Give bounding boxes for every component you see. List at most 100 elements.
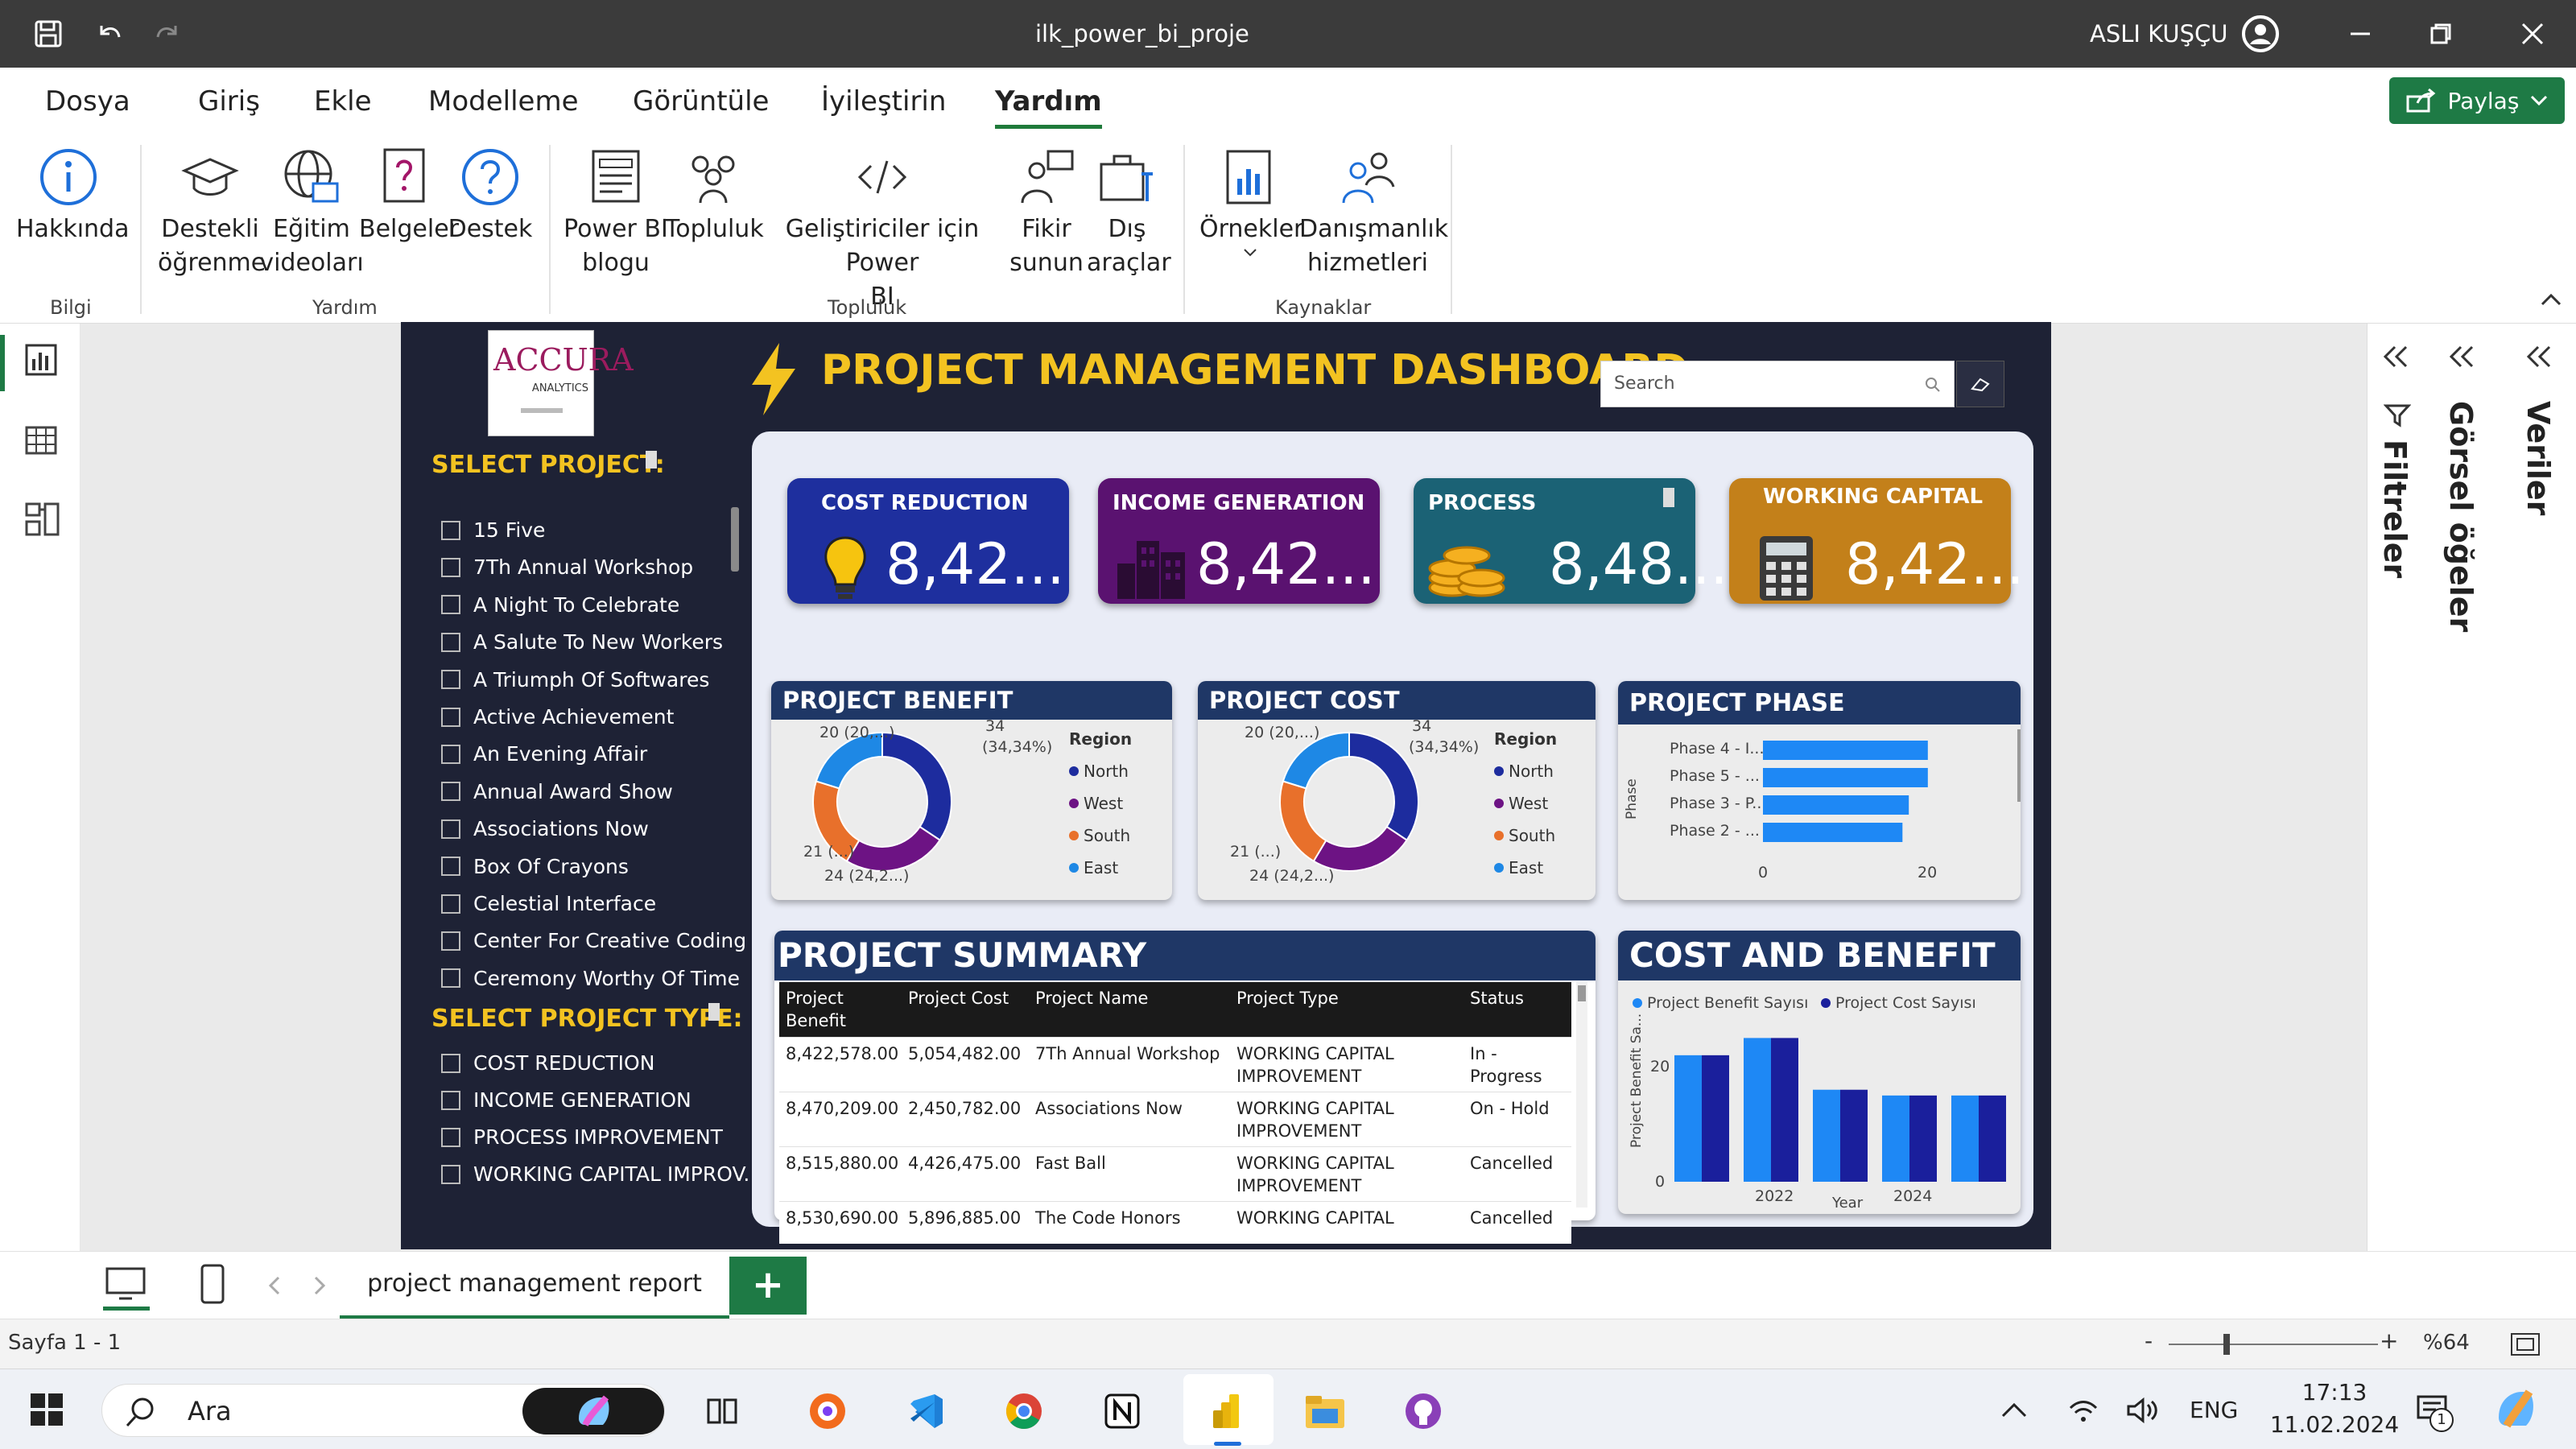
phase-bar[interactable] bbox=[1763, 768, 1928, 787]
project-option[interactable]: 15 Five bbox=[441, 518, 545, 542]
type-option[interactable]: INCOME GENERATION bbox=[441, 1088, 691, 1112]
task-view-icon[interactable] bbox=[705, 1395, 741, 1427]
project-option[interactable]: 7Th Annual Workshop bbox=[441, 555, 693, 579]
zoom-level[interactable]: %64 bbox=[2423, 1331, 2470, 1355]
user-avatar-icon[interactable] bbox=[2241, 14, 2280, 53]
next-page-icon[interactable] bbox=[312, 1276, 327, 1295]
input-language[interactable]: ENG bbox=[2190, 1397, 2238, 1423]
table-row[interactable]: 8,470,209.00 2,450,782.00 Associations Now… bbox=[779, 1092, 1571, 1147]
project-option[interactable]: Annual Award Show bbox=[441, 780, 673, 803]
legend-item[interactable]: South bbox=[1494, 819, 1555, 852]
phase-bar[interactable] bbox=[1763, 795, 1909, 815]
wifi-icon[interactable] bbox=[2067, 1397, 2099, 1424]
fit-page-icon[interactable] bbox=[2510, 1332, 2541, 1356]
brave-browser-icon[interactable] bbox=[805, 1389, 850, 1434]
checkbox[interactable] bbox=[441, 819, 460, 839]
cb-bar[interactable] bbox=[1674, 1055, 1702, 1182]
cb-bar[interactable] bbox=[1840, 1089, 1868, 1182]
project-cost-card[interactable]: PROJECT COST 20 (20,...) 34 (34,34%) 21 … bbox=[1198, 681, 1596, 900]
legend-item[interactable]: West bbox=[1069, 787, 1130, 819]
legend-item[interactable]: East bbox=[1494, 852, 1555, 884]
legend-item[interactable]: North bbox=[1069, 755, 1130, 787]
kpi-income-generation[interactable]: INCOME GENERATION 8,42... bbox=[1098, 478, 1380, 604]
submit-idea-button[interactable]: Fikir sunun bbox=[1006, 147, 1087, 280]
checkbox[interactable] bbox=[441, 557, 460, 577]
tab-modelleme[interactable]: Modelleme bbox=[428, 85, 579, 118]
community-button[interactable]: Topluluk bbox=[665, 147, 764, 246]
documentation-button[interactable]: Belgeler bbox=[359, 147, 459, 246]
legend-item[interactable]: South bbox=[1069, 819, 1130, 852]
project-option[interactable]: Center For Creative Coding bbox=[441, 929, 746, 952]
about-button[interactable]: Hakkında bbox=[16, 147, 129, 246]
project-option[interactable]: Celestial Interface bbox=[441, 892, 656, 915]
project-option[interactable]: Ceremony Worthy Of Time bbox=[441, 967, 740, 990]
page-tab-report[interactable]: project management report bbox=[340, 1252, 729, 1319]
collapse-visuals-icon[interactable] bbox=[2448, 345, 2475, 369]
type-option[interactable]: WORKING CAPITAL IMPROV... bbox=[441, 1162, 762, 1186]
close-icon[interactable] bbox=[2513, 14, 2552, 53]
clear-search-button[interactable] bbox=[1956, 361, 2004, 407]
undo-icon[interactable] bbox=[90, 14, 129, 53]
phase-bar[interactable] bbox=[1763, 741, 1928, 760]
data-pane-label[interactable]: Veriler bbox=[2520, 401, 2556, 515]
zoom-slider-thumb[interactable] bbox=[2223, 1334, 2230, 1355]
col-header[interactable]: Status bbox=[1463, 982, 1571, 1037]
share-button[interactable]: Paylaş bbox=[2389, 77, 2565, 124]
checkbox[interactable] bbox=[441, 744, 460, 764]
user-name[interactable]: ASLI KUŞÇU bbox=[2090, 0, 2228, 68]
clock-time[interactable]: 17:13 bbox=[2286, 1379, 2383, 1406]
restore-icon[interactable] bbox=[2421, 14, 2460, 53]
file-explorer-icon[interactable] bbox=[1302, 1389, 1348, 1434]
project-option[interactable]: A Triumph Of Softwares bbox=[441, 668, 709, 691]
project-option[interactable]: Active Achievement bbox=[441, 705, 674, 729]
model-view-icon[interactable] bbox=[24, 501, 61, 538]
col-header[interactable]: Project Cost bbox=[902, 982, 1029, 1037]
report-view-icon[interactable] bbox=[24, 343, 58, 377]
kpi-cost-reduction[interactable]: COST REDUCTION 8,42... bbox=[787, 478, 1069, 604]
zoom-in-button[interactable]: + bbox=[2380, 1327, 2398, 1354]
checkbox[interactable] bbox=[441, 1164, 460, 1184]
kpi-working-capital[interactable]: WORKING CAPITAL 8,42... bbox=[1729, 478, 2025, 604]
collapse-filters-icon[interactable] bbox=[2382, 345, 2409, 369]
collapse-data-icon[interactable] bbox=[2525, 345, 2553, 369]
project-option[interactable]: A Salute To New Workers bbox=[441, 630, 723, 654]
project-option[interactable]: A Night To Celebrate bbox=[441, 593, 679, 617]
col-header[interactable]: Project Benefit bbox=[779, 982, 902, 1037]
col-header[interactable]: Project Name bbox=[1029, 982, 1230, 1037]
tab-ekle[interactable]: Ekle bbox=[314, 85, 372, 118]
tab-yardim[interactable]: Yardım bbox=[995, 85, 1102, 129]
cb-bar[interactable] bbox=[1951, 1095, 1979, 1182]
project-option[interactable]: An Evening Affair bbox=[441, 742, 647, 766]
developers-button[interactable]: Geliştiriciler için Power BI bbox=[762, 147, 1003, 314]
project-option[interactable]: Box Of Crayons bbox=[441, 855, 629, 878]
project-benefit-card[interactable]: PROJECT BENEFIT 20 (20,...) 34 (34,34%) … bbox=[771, 681, 1172, 900]
cb-bar[interactable] bbox=[1771, 1038, 1798, 1182]
checkbox[interactable] bbox=[441, 1127, 460, 1147]
zoom-out-button[interactable]: - bbox=[2145, 1327, 2153, 1354]
checkbox[interactable] bbox=[441, 707, 460, 727]
minimize-icon[interactable] bbox=[2341, 14, 2380, 53]
clock-date[interactable]: 11.02.2024 bbox=[2262, 1411, 2407, 1438]
checkbox[interactable] bbox=[441, 1053, 460, 1073]
table-row[interactable]: 8,422,578.00 5,054,482.00 7Th Annual Works… bbox=[779, 1038, 1571, 1092]
type-option[interactable]: PROCESS IMPROVEMENT bbox=[441, 1125, 723, 1149]
cb-bar[interactable] bbox=[1882, 1095, 1909, 1182]
training-videos-button[interactable]: Eğitim videoları bbox=[259, 147, 364, 280]
guided-learning-button[interactable]: Destekli öğrenme bbox=[158, 147, 266, 280]
donut-slice[interactable] bbox=[1312, 825, 1408, 872]
visuals-pane-label[interactable]: Görsel öğeler bbox=[2443, 401, 2479, 632]
save-icon[interactable] bbox=[29, 14, 68, 53]
mobile-layout-icon[interactable] bbox=[200, 1263, 225, 1305]
col-header[interactable]: Project Type bbox=[1230, 982, 1463, 1037]
kpi-process[interactable]: PROCESS 8,48... bbox=[1414, 478, 1728, 604]
notion-icon[interactable] bbox=[1100, 1389, 1145, 1434]
legend-item[interactable]: North bbox=[1494, 755, 1555, 787]
collapse-ribbon-icon[interactable] bbox=[2541, 293, 2562, 306]
legend-item[interactable]: East bbox=[1069, 852, 1130, 884]
table-row[interactable]: 8,530,690.00 5,896,885.00 The Code Honors W… bbox=[779, 1202, 1571, 1244]
cb-bar[interactable] bbox=[1702, 1055, 1729, 1182]
cost-benefit-card[interactable]: COST AND BENEFIT Project Benefit Sayısı … bbox=[1618, 931, 2021, 1214]
tab-dosya[interactable]: Dosya bbox=[45, 85, 130, 118]
tab-giris[interactable]: Giriş bbox=[198, 85, 260, 118]
checkbox[interactable] bbox=[441, 520, 460, 540]
